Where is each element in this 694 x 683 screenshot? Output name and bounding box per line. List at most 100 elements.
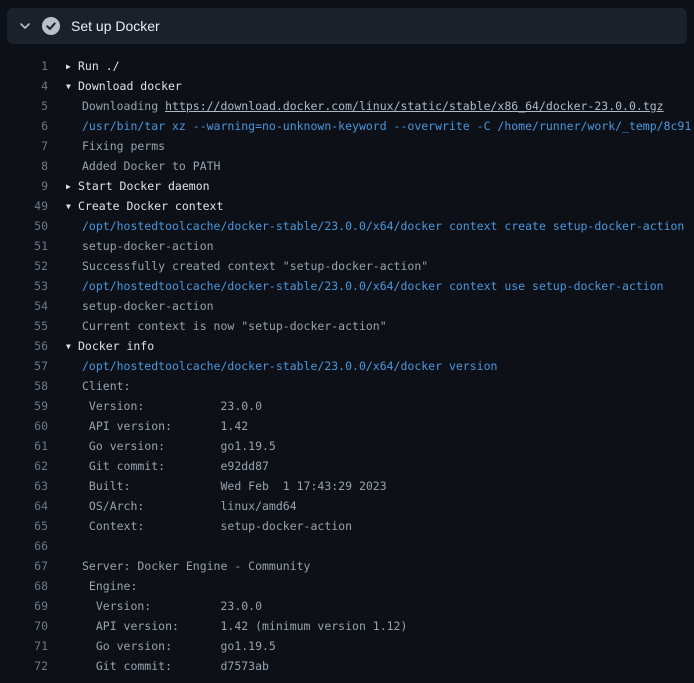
log-text: Go version: go1.19.5	[82, 439, 276, 453]
line-number[interactable]: 6	[0, 116, 48, 136]
log-command-text: /opt/hostedtoolcache/docker-stable/23.0.…	[82, 219, 684, 233]
log-line: 70 API version: 1.42 (minimum version 1.…	[0, 616, 694, 636]
chevron-right-icon[interactable]: ▶	[66, 177, 78, 196]
line-number[interactable]: 65	[0, 516, 48, 536]
log-line: 1 ▶Run ./	[0, 56, 694, 76]
log-line: 68 Engine:	[0, 576, 694, 596]
log-link[interactable]: https://download.docker.com/linux/static…	[165, 99, 664, 113]
log-line: 49 ▼Create Docker context	[0, 196, 694, 216]
log-line: 8 Added Docker to PATH	[0, 156, 694, 176]
log-text: Added Docker to PATH	[82, 159, 220, 173]
log-text: Version: 23.0.0	[82, 599, 262, 613]
log-text: Current context is now "setup-docker-act…	[82, 319, 387, 333]
log-line: 55 Current context is now "setup-docker-a…	[0, 316, 694, 336]
log-line: 52 Successfully created context "setup-do…	[0, 256, 694, 276]
group-title[interactable]: Create Docker context	[78, 199, 223, 213]
log-text: Git commit: e92dd87	[82, 459, 269, 473]
line-number[interactable]: 72	[0, 656, 48, 676]
line-number[interactable]: 57	[0, 356, 48, 376]
line-number[interactable]: 61	[0, 436, 48, 456]
line-number[interactable]: 69	[0, 596, 48, 616]
line-number[interactable]: 4	[0, 76, 48, 96]
log-line: 62 Git commit: e92dd87	[0, 456, 694, 476]
chevron-down-icon[interactable]: ▼	[66, 77, 78, 96]
line-number[interactable]: 59	[0, 396, 48, 416]
chevron-right-icon[interactable]: ▶	[66, 57, 78, 76]
log-line: 71 Go version: go1.19.5	[0, 636, 694, 656]
group-title[interactable]: Start Docker daemon	[78, 179, 210, 193]
log-command-text: /usr/bin/tar xz --warning=no-unknown-key…	[82, 119, 691, 133]
line-number[interactable]: 60	[0, 416, 48, 436]
line-number[interactable]: 58	[0, 376, 48, 396]
line-number[interactable]: 70	[0, 616, 48, 636]
line-number[interactable]: 71	[0, 636, 48, 656]
log-text: Successfully created context "setup-dock…	[82, 259, 428, 273]
log-line: 60 API version: 1.42	[0, 416, 694, 436]
status-check-icon	[42, 17, 60, 35]
log-text: Server: Docker Engine - Community	[82, 559, 310, 573]
line-number[interactable]: 7	[0, 136, 48, 156]
line-number[interactable]: 53	[0, 276, 48, 296]
line-number[interactable]: 54	[0, 296, 48, 316]
log-line: 54 setup-docker-action	[0, 296, 694, 316]
line-number[interactable]: 1	[0, 56, 48, 76]
line-number[interactable]: 49	[0, 196, 48, 216]
line-number[interactable]: 67	[0, 556, 48, 576]
line-number[interactable]: 51	[0, 236, 48, 256]
log-line: 56 ▼Docker info	[0, 336, 694, 356]
log-line: 63 Built: Wed Feb 1 17:43:29 2023	[0, 476, 694, 496]
line-number[interactable]: 8	[0, 156, 48, 176]
log-line: 66	[0, 536, 694, 556]
log-text: Fixing perms	[82, 139, 165, 153]
step-title: Set up Docker	[71, 18, 160, 34]
log-text: OS/Arch: linux/amd64	[82, 499, 297, 513]
group-title[interactable]: Download docker	[78, 79, 182, 93]
log-line: 51 setup-docker-action	[0, 236, 694, 256]
group-title[interactable]: Run ./	[78, 59, 120, 73]
line-number[interactable]: 50	[0, 216, 48, 236]
log-line: 61 Go version: go1.19.5	[0, 436, 694, 456]
log-line: 57/opt/hostedtoolcache/docker-stable/23.…	[0, 356, 694, 376]
log-text: Client:	[82, 379, 130, 393]
line-number[interactable]: 68	[0, 576, 48, 596]
log-text: Git commit: d7573ab	[82, 659, 269, 673]
log-line: 4 ▼Download docker	[0, 76, 694, 96]
chevron-down-icon[interactable]: ▼	[66, 337, 78, 356]
log-text: Go version: go1.19.5	[82, 639, 276, 653]
step-header[interactable]: Set up Docker	[7, 8, 687, 44]
log-line: 64 OS/Arch: linux/amd64	[0, 496, 694, 516]
line-number[interactable]: 64	[0, 496, 48, 516]
line-number[interactable]: 56	[0, 336, 48, 356]
log-line: 72 Git commit: d7573ab	[0, 656, 694, 676]
log-line: 53/opt/hostedtoolcache/docker-stable/23.…	[0, 276, 694, 296]
log-text: Built: Wed Feb 1 17:43:29 2023	[82, 479, 387, 493]
log-text: setup-docker-action	[82, 239, 214, 253]
line-number[interactable]: 66	[0, 536, 48, 556]
line-number[interactable]: 63	[0, 476, 48, 496]
line-number[interactable]: 52	[0, 256, 48, 276]
line-number[interactable]: 9	[0, 176, 48, 196]
line-number[interactable]: 55	[0, 316, 48, 336]
log-line: 58 Client:	[0, 376, 694, 396]
log-text: API version: 1.42 (minimum version 1.12)	[82, 619, 407, 633]
log-command-text: /opt/hostedtoolcache/docker-stable/23.0.…	[82, 279, 664, 293]
log-line: 5 Downloading https://download.docker.com…	[0, 96, 694, 116]
log-text: API version: 1.42	[82, 419, 248, 433]
log-line: 7 Fixing perms	[0, 136, 694, 156]
line-number[interactable]: 5	[0, 96, 48, 116]
log-text: Downloading	[82, 99, 165, 113]
log-line: 65 Context: setup-docker-action	[0, 516, 694, 536]
log-line: 59 Version: 23.0.0	[0, 396, 694, 416]
log-command-text: /opt/hostedtoolcache/docker-stable/23.0.…	[82, 359, 497, 373]
chevron-down-icon[interactable]: ▼	[66, 197, 78, 216]
line-number[interactable]: 62	[0, 456, 48, 476]
chevron-down-icon[interactable]	[17, 18, 33, 34]
log-line: 9 ▶Start Docker daemon	[0, 176, 694, 196]
log-line: 67 Server: Docker Engine - Community	[0, 556, 694, 576]
group-title[interactable]: Docker info	[78, 339, 154, 353]
log-text: Version: 23.0.0	[82, 399, 262, 413]
log-text: Engine:	[82, 579, 137, 593]
log-text: Context: setup-docker-action	[82, 519, 352, 533]
log-line: 69 Version: 23.0.0	[0, 596, 694, 616]
log-text: setup-docker-action	[82, 299, 214, 313]
